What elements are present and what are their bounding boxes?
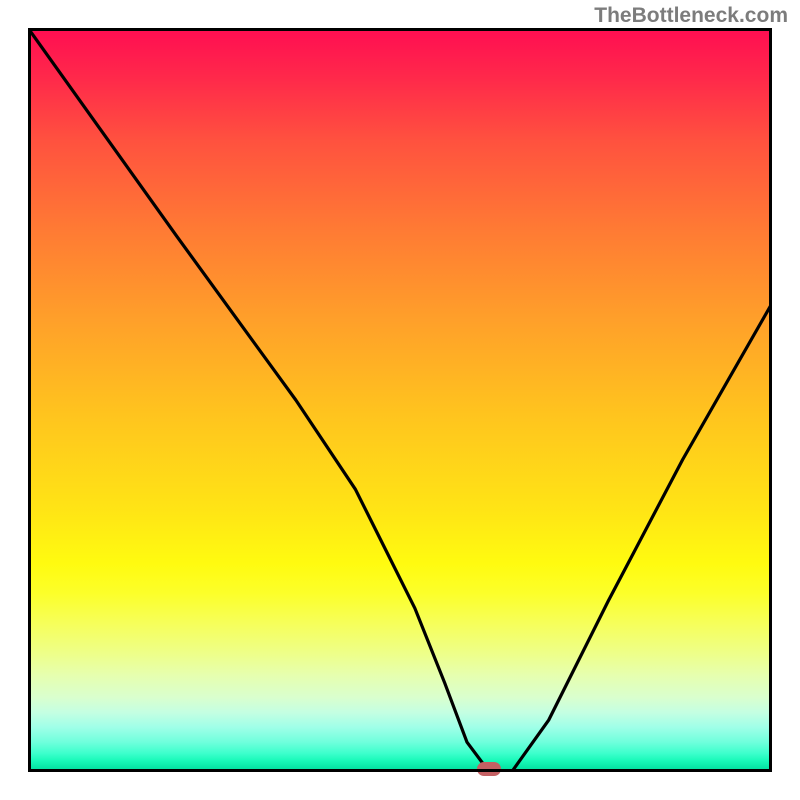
plot-area [28,28,772,772]
bottleneck-chart: TheBottleneck.com [0,0,800,800]
heatmap-gradient [28,28,772,772]
attribution-label: TheBottleneck.com [594,4,788,28]
optimal-marker [477,762,501,776]
